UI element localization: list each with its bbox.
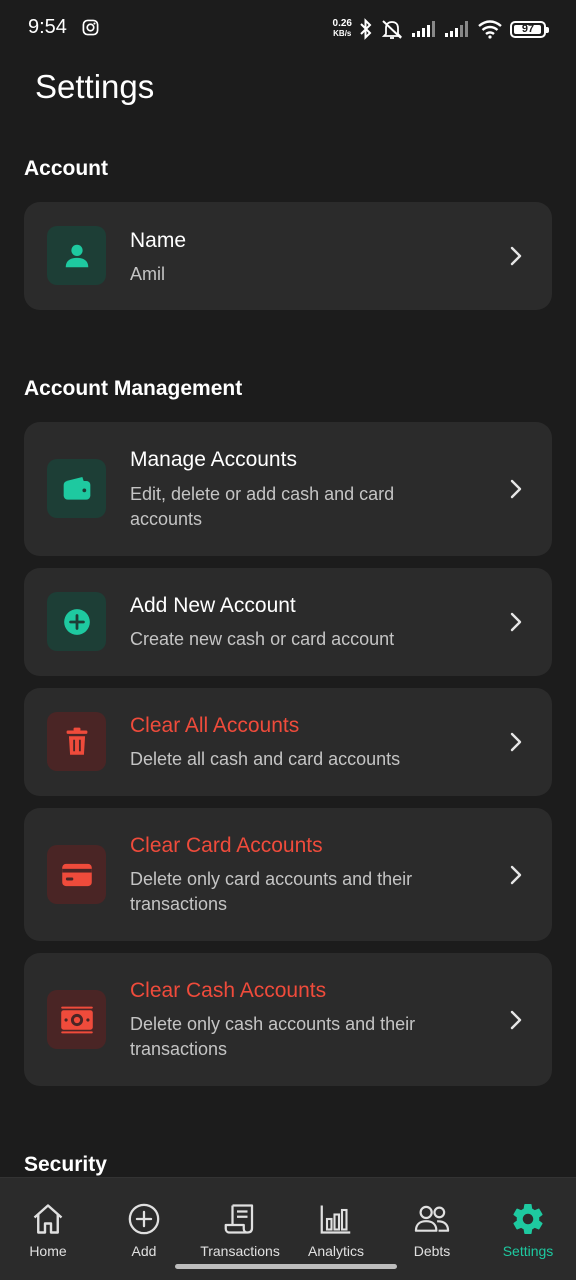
- add-new-account-item[interactable]: Add New Account Create new cash or card …: [24, 568, 552, 676]
- name-setting-item[interactable]: Name Amil: [24, 202, 552, 310]
- trash-icon: [66, 727, 87, 755]
- add-circle-icon: [63, 608, 90, 635]
- name-item-title: Name: [130, 229, 187, 252]
- status-bar: 9:54 0.26 KB/s 97: [0, 0, 576, 58]
- cash-icon-container: [47, 990, 106, 1049]
- chevron-right-icon: [510, 479, 522, 499]
- nav-add-label: Add: [131, 1243, 157, 1259]
- chevron-right-icon: [510, 732, 522, 752]
- nav-transactions-label: Transactions: [200, 1243, 280, 1259]
- receipt-icon: [224, 1204, 254, 1234]
- signal-icon: [412, 21, 435, 37]
- add-circle-icon-container: [47, 592, 106, 651]
- wallet-icon-container: [47, 459, 106, 518]
- add-circle-icon: [128, 1203, 160, 1235]
- mute-icon: [381, 20, 403, 39]
- nav-home-label: Home: [29, 1243, 67, 1259]
- section-title-security: Security: [24, 1153, 107, 1176]
- manage-accounts-title: Manage Accounts: [130, 448, 297, 471]
- name-item-value: Amil: [130, 264, 165, 284]
- nav-debts[interactable]: Debts: [384, 1178, 480, 1280]
- chevron-right-icon: [510, 246, 522, 266]
- status-time: 9:54: [28, 16, 67, 38]
- clear-all-accounts-item[interactable]: Clear All Accounts Delete all cash and c…: [24, 688, 552, 796]
- clear-card-accounts-item[interactable]: Clear Card Accounts Delete only card acc…: [24, 808, 552, 941]
- battery-icon: 97: [510, 20, 549, 38]
- wifi-icon: [478, 20, 502, 39]
- person-icon: [65, 244, 88, 267]
- credit-card-icon-container: [47, 845, 106, 904]
- trash-icon-container: [47, 712, 106, 771]
- add-new-account-subtitle: Create new cash or card account: [130, 629, 395, 649]
- signal-icon: [445, 21, 468, 37]
- nav-settings[interactable]: Settings: [480, 1178, 576, 1280]
- bluetooth-icon: [360, 18, 372, 40]
- clear-all-accounts-title: Clear All Accounts: [130, 714, 300, 737]
- clear-all-accounts-subtitle: Delete all cash and card accounts: [130, 749, 401, 769]
- home-icon: [33, 1204, 63, 1234]
- network-speed: 0.26 KB/s: [332, 18, 352, 39]
- nav-home[interactable]: Home: [0, 1178, 96, 1280]
- clear-cash-accounts-title: Clear Cash Accounts: [130, 979, 327, 1002]
- clear-cash-accounts-subtitle: Delete only cash accounts and their tran…: [130, 1014, 416, 1059]
- wallet-icon: [63, 476, 90, 500]
- nav-debts-label: Debts: [413, 1243, 451, 1259]
- section-title-account-management: Account Management: [24, 377, 243, 400]
- section-title-account: Account: [24, 157, 108, 180]
- credit-card-icon: [61, 863, 92, 886]
- clear-card-accounts-title: Clear Card Accounts: [130, 834, 323, 857]
- bar-chart-icon: [320, 1205, 351, 1234]
- manage-accounts-subtitle: Edit, delete or add cash and card accoun…: [130, 484, 395, 529]
- people-icon: [414, 1205, 450, 1232]
- chevron-right-icon: [510, 865, 522, 885]
- add-new-account-title: Add New Account: [130, 594, 296, 617]
- home-indicator[interactable]: [175, 1264, 397, 1269]
- cash-icon: [60, 1006, 93, 1033]
- instagram-icon: [82, 19, 99, 36]
- gear-icon: [513, 1204, 543, 1234]
- clear-cash-accounts-item[interactable]: Clear Cash Accounts Delete only cash acc…: [24, 953, 552, 1086]
- person-icon-container: [47, 226, 106, 285]
- nav-settings-label: Settings: [502, 1243, 554, 1259]
- chevron-right-icon: [510, 612, 522, 632]
- chevron-right-icon: [510, 1010, 522, 1030]
- nav-analytics-label: Analytics: [307, 1243, 365, 1259]
- clear-card-accounts-subtitle: Delete only card accounts and their tran…: [130, 869, 413, 914]
- page-title: Settings: [35, 68, 155, 105]
- manage-accounts-item[interactable]: Manage Accounts Edit, delete or add cash…: [24, 422, 552, 556]
